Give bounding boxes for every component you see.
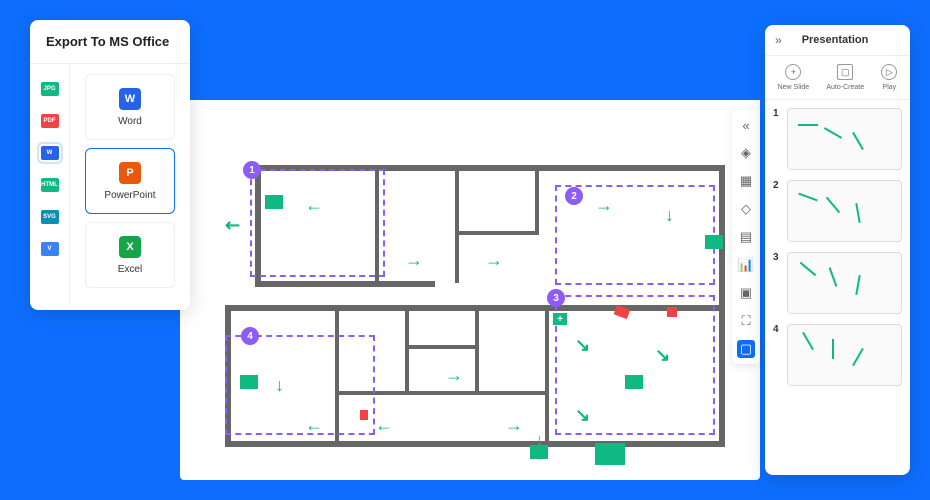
wall xyxy=(475,305,479,395)
export-panel: Export To MS Office JPG PDF W HTML SVG V W Wor… xyxy=(30,20,190,310)
format-svg[interactable]: SVG xyxy=(41,210,59,224)
arrow-icon: ↘ xyxy=(575,405,590,426)
fire-alarm-icon xyxy=(667,307,677,317)
presentation-actions: + New Slide ▢ Auto-Create ▷ Play xyxy=(765,56,910,100)
arrow-icon: → xyxy=(505,415,523,436)
marker-2[interactable]: 2 xyxy=(565,187,583,205)
fullscreen-icon[interactable]: ⛶ xyxy=(737,312,755,330)
action-label: Auto-Create xyxy=(826,84,864,91)
export-format-list: JPG PDF W HTML SVG V xyxy=(30,64,70,304)
layers-icon[interactable]: ◇ xyxy=(737,200,755,218)
app-label: Excel xyxy=(118,264,142,275)
app-label: PowerPoint xyxy=(104,190,155,201)
format-v[interactable]: V xyxy=(41,242,59,256)
arrow-icon: ↘ xyxy=(655,345,670,366)
slide-thumb-2[interactable] xyxy=(787,180,902,242)
collapse-icon[interactable]: « xyxy=(737,116,755,134)
action-icon: ▷ xyxy=(881,64,897,80)
slide-thumb-4[interactable] xyxy=(787,324,902,386)
slide-number: 2 xyxy=(773,180,781,242)
wall xyxy=(719,305,725,445)
slide-number: 4 xyxy=(773,324,781,386)
slide-number: 3 xyxy=(773,252,781,314)
format-jpg[interactable]: JPG xyxy=(41,82,59,96)
presentation-tool-icon[interactable]: ▢ xyxy=(737,340,755,358)
arrow-icon: ↙ xyxy=(220,213,246,239)
fire-equipment-icon xyxy=(360,410,368,420)
exit-sign-icon xyxy=(530,445,548,459)
collapse-panel-icon[interactable]: » xyxy=(775,33,782,47)
marker-3[interactable]: 3 xyxy=(547,289,565,307)
word-icon: W xyxy=(119,88,141,110)
format-pdf[interactable]: PDF xyxy=(41,114,59,128)
action-label: New Slide xyxy=(778,84,810,91)
pres-action-play[interactable]: ▷ Play xyxy=(881,64,897,91)
route-1 xyxy=(250,169,385,277)
wall xyxy=(225,441,725,447)
presentation-panel: » Presentation + New Slide ▢ Auto-Create ▷ Pl… xyxy=(765,25,910,475)
slide-item: 1 xyxy=(773,108,902,170)
assembly-point-icon xyxy=(595,443,625,465)
arrow-icon: ← xyxy=(305,195,323,216)
app-card-powerpoint[interactable]: P PowerPoint xyxy=(85,148,175,214)
slide-item: 3 xyxy=(773,252,902,314)
arrow-icon: ↓ xyxy=(275,375,284,396)
app-card-excel[interactable]: X Excel xyxy=(85,222,175,288)
pres-action-new-slide[interactable]: + New Slide xyxy=(778,64,810,91)
arrow-icon: ← xyxy=(375,415,393,436)
marker-1[interactable]: 1 xyxy=(243,161,261,179)
exit-sign-icon xyxy=(240,375,258,389)
marker-4[interactable]: 4 xyxy=(241,327,259,345)
action-label: Play xyxy=(883,84,897,91)
export-title: Export To MS Office xyxy=(30,20,190,64)
slide-number: 1 xyxy=(773,108,781,170)
wall xyxy=(545,305,549,445)
arrow-icon: ↓ xyxy=(665,205,674,226)
arrow-icon: → xyxy=(595,195,613,216)
arrow-icon: → xyxy=(445,365,463,386)
slide-item: 2 xyxy=(773,180,902,242)
wall xyxy=(405,345,479,349)
floor-plan: 1 2 3 4 ← ↙ → → → ↓ ↓ ← ← → → ↘ ↘ ↘ ↓ + xyxy=(195,155,745,455)
arrow-icon: → xyxy=(485,250,503,271)
format-html[interactable]: HTML xyxy=(41,178,59,192)
export-app-list: W Word P PowerPoint X Excel xyxy=(70,64,190,304)
wall xyxy=(535,165,539,235)
exit-sign-icon xyxy=(265,195,283,209)
action-icon: ▢ xyxy=(837,64,853,80)
fill-tool-icon[interactable]: ◈ xyxy=(737,144,755,162)
slide-item: 4 xyxy=(773,324,902,386)
pres-action-auto-create[interactable]: ▢ Auto-Create xyxy=(826,64,864,91)
chart-icon[interactable]: 📊 xyxy=(737,256,755,274)
excel-icon: X xyxy=(119,236,141,258)
slide-thumb-3[interactable] xyxy=(787,252,902,314)
first-aid-icon: + xyxy=(553,313,567,325)
exit-sign-icon xyxy=(705,235,723,249)
wall xyxy=(455,165,459,283)
exit-sign-icon xyxy=(625,375,643,389)
slide-list: 1 2 3 4 xyxy=(765,100,910,475)
app-label: Word xyxy=(118,116,142,127)
arrow-icon: ↘ xyxy=(575,335,590,356)
slide-thumb-1[interactable] xyxy=(787,108,902,170)
wall xyxy=(405,305,409,395)
wall xyxy=(455,231,539,235)
image-tool-icon[interactable]: ▣ xyxy=(737,284,755,302)
wall xyxy=(255,281,435,287)
arrow-icon: ← xyxy=(305,415,323,436)
grid-tool-icon[interactable]: ▦ xyxy=(737,172,755,190)
page-icon[interactable]: ▤ xyxy=(737,228,755,246)
format-w[interactable]: W xyxy=(41,146,59,160)
arrow-icon: → xyxy=(405,250,423,271)
presentation-title: Presentation xyxy=(802,34,869,46)
action-icon: + xyxy=(785,64,801,80)
right-tool-strip: « ◈ ▦ ◇ ▤ 📊 ▣ ⛶ ▢ xyxy=(732,110,760,364)
app-card-word[interactable]: W Word xyxy=(85,74,175,140)
powerpoint-icon: P xyxy=(119,162,141,184)
